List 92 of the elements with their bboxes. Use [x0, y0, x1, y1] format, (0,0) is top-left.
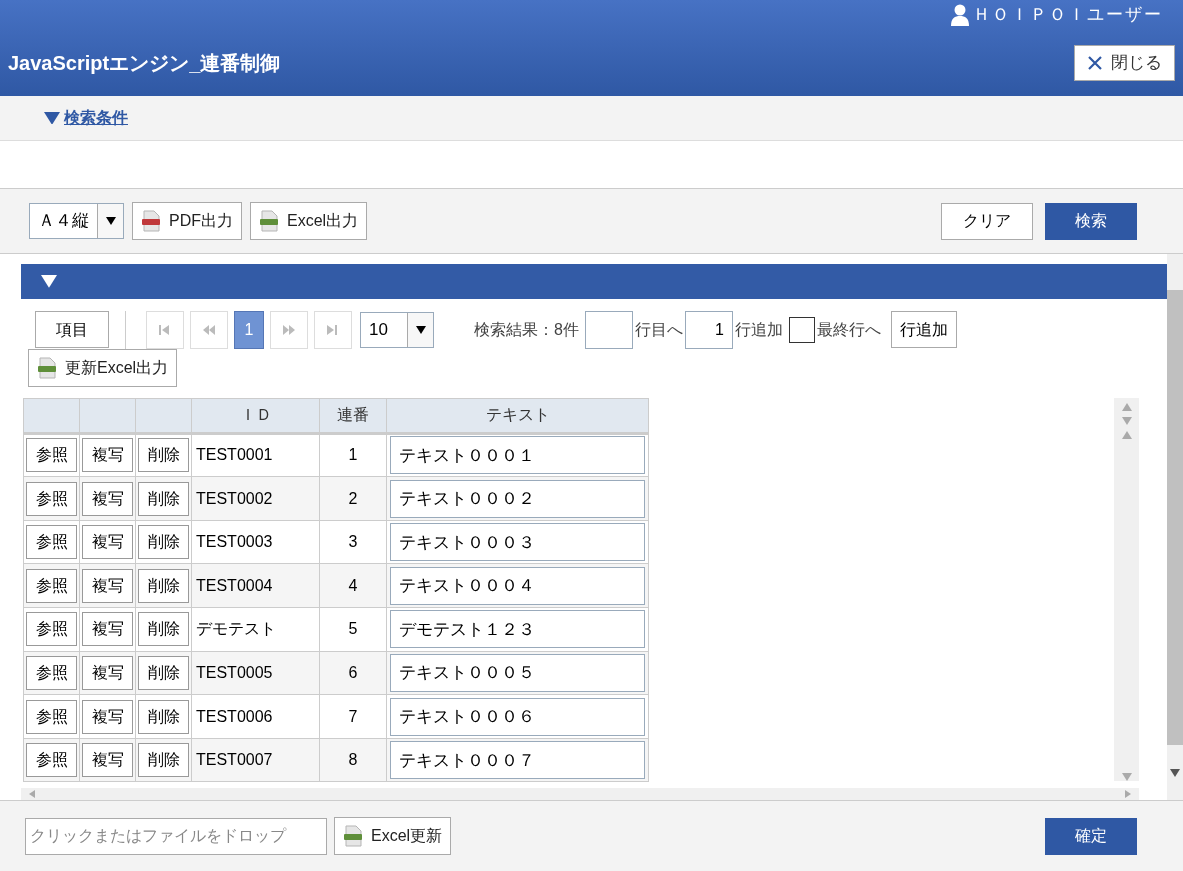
scroll-up-icon: [1121, 430, 1132, 439]
view-button[interactable]: 参照: [26, 525, 77, 560]
copy-button[interactable]: 複写: [82, 481, 133, 516]
table-cell: TEST0007: [191, 738, 320, 782]
goto-row-field[interactable]: [584, 310, 633, 349]
table-cell: 8: [319, 738, 387, 782]
confirm-button[interactable]: 確定: [1045, 817, 1137, 855]
table-cell: 5: [319, 607, 387, 652]
copy-button[interactable]: 複写: [82, 612, 133, 647]
text-field[interactable]: テキスト０００３: [390, 523, 645, 562]
user-icon: [951, 4, 969, 26]
table-cell: 6: [319, 651, 387, 695]
window-title: JavaScriptエンジン_連番制御: [8, 51, 281, 76]
paper-select[interactable]: Ａ４縦: [29, 203, 124, 239]
clear-button[interactable]: クリア: [941, 202, 1033, 240]
scrollbar-thumb[interactable]: [1167, 290, 1183, 745]
copy-button[interactable]: 複写: [82, 438, 133, 473]
table-cell: TEST0006: [191, 694, 320, 739]
last-row-label: 最終行へ: [816, 319, 881, 340]
last-page-icon: [326, 323, 340, 336]
delete-button[interactable]: 削除: [138, 743, 189, 778]
view-button[interactable]: 参照: [26, 699, 77, 734]
add-rows-label: 行追加: [734, 319, 783, 340]
next-page-icon: [282, 323, 296, 336]
spreadsheet-file-icon: [259, 210, 279, 232]
table-cell: 2: [319, 476, 387, 521]
table-cell: デモテスト: [191, 607, 320, 652]
copy-button[interactable]: 複写: [82, 743, 133, 778]
scroll-down-icon: [1121, 416, 1132, 425]
text-field[interactable]: テキスト０００５: [390, 653, 645, 692]
table-cell: 3: [319, 520, 387, 564]
excel-update-button[interactable]: Excel更新: [334, 817, 452, 855]
text-field[interactable]: テキスト０００２: [390, 479, 645, 518]
pdf-export-button[interactable]: PDF出力: [132, 202, 242, 240]
goto-row-label: 行目へ: [634, 319, 683, 340]
prev-page-icon: [202, 323, 216, 336]
table-cell: TEST0004: [191, 563, 320, 608]
items-button[interactable]: 項目: [35, 311, 109, 349]
collapse-icon: [41, 274, 57, 288]
spreadsheet-file-icon: [37, 356, 57, 379]
delete-button[interactable]: 削除: [138, 438, 189, 473]
last-row-checkbox[interactable]: [788, 316, 815, 343]
copy-button[interactable]: 複写: [82, 525, 133, 560]
delete-button[interactable]: 削除: [138, 655, 189, 690]
first-page-icon: [158, 323, 172, 336]
delete-button[interactable]: 削除: [138, 568, 189, 603]
copy-button[interactable]: 複写: [82, 655, 133, 690]
text-field[interactable]: テキスト０００４: [390, 566, 645, 605]
text-field[interactable]: テキスト０００７: [390, 741, 645, 780]
user-name: ＨＯＩＰＯＩユーザー: [973, 4, 1163, 27]
view-button[interactable]: 参照: [26, 655, 77, 690]
close-button[interactable]: 閉じる: [1074, 45, 1175, 81]
scroll-up-icon: [1121, 402, 1132, 411]
table-cell: 4: [319, 563, 387, 608]
delete-button[interactable]: 削除: [138, 699, 189, 734]
text-field[interactable]: テキスト０００６: [390, 697, 645, 736]
delete-button[interactable]: 削除: [138, 481, 189, 516]
text-field[interactable]: テキスト０００１: [390, 436, 645, 475]
search-button[interactable]: 検索: [1045, 202, 1137, 240]
copy-button[interactable]: 複写: [82, 699, 133, 734]
excel-export-button[interactable]: Excel出力: [250, 202, 368, 240]
result-count: 検索結果：8件: [474, 319, 579, 340]
scroll-right-icon: [1125, 790, 1131, 799]
dropdown-arrow-icon: [415, 325, 426, 334]
scroll-down-icon: [1170, 768, 1180, 777]
view-button[interactable]: 参照: [26, 481, 77, 516]
file-drop-field[interactable]: クリックまたはファイルをドロップ: [25, 817, 327, 855]
view-button[interactable]: 参照: [26, 743, 77, 778]
add-row-button[interactable]: 行追加: [890, 311, 957, 349]
add-rows-field[interactable]: 1: [684, 310, 733, 349]
table-cell: TEST0003: [191, 520, 320, 564]
view-button[interactable]: 参照: [26, 612, 77, 647]
scroll-left-icon: [29, 790, 35, 799]
search-conditions-link[interactable]: 検索条件: [64, 106, 128, 130]
view-button[interactable]: 参照: [26, 438, 77, 473]
delete-button[interactable]: 削除: [138, 612, 189, 647]
scroll-down-icon: [1121, 772, 1132, 781]
table-cell: TEST0005: [191, 651, 320, 695]
close-icon: [1087, 55, 1103, 71]
pdf-file-icon: [141, 210, 161, 232]
table-cell: TEST0001: [191, 433, 320, 477]
view-button[interactable]: 参照: [26, 568, 77, 603]
copy-button[interactable]: 複写: [82, 568, 133, 603]
spreadsheet-file-icon: [343, 825, 363, 847]
dropdown-arrow-icon: [105, 217, 116, 225]
page-size-select[interactable]: 10: [360, 311, 434, 348]
text-field[interactable]: デモテスト１２３: [390, 610, 645, 649]
table-cell: TEST0002: [191, 476, 320, 521]
update-excel-export-button[interactable]: 更新Excel出力: [28, 348, 178, 387]
table-cell: 7: [319, 694, 387, 739]
table-cell: 1: [319, 433, 387, 477]
delete-button[interactable]: 削除: [138, 525, 189, 560]
